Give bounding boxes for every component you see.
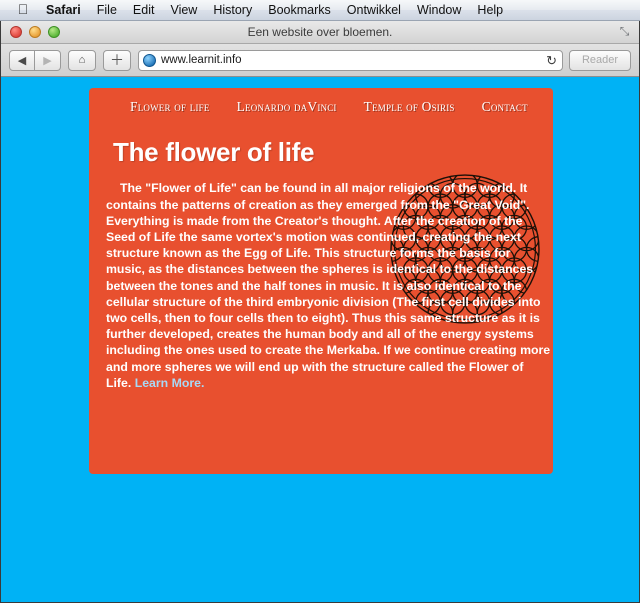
forward-button[interactable]: ▶ [35, 49, 61, 71]
globe-icon [143, 53, 156, 67]
macos-menu-bar:  Safari File Edit View History Bookmark… [0, 0, 640, 21]
content-panel: Flower of life Leonardo daVinci Temple o… [89, 88, 553, 474]
window-titlebar[interactable]: Een website over bloemen. ⤡ [1, 21, 639, 44]
menu-item-history[interactable]: History [205, 0, 260, 20]
site-navigation: Flower of life Leonardo daVinci Temple o… [130, 99, 528, 115]
reload-icon[interactable]: ↻ [546, 54, 557, 67]
menu-item-ontwikkel[interactable]: Ontwikkel [339, 0, 409, 20]
nav-link-leonardo-davinci[interactable]: Leonardo daVinci [237, 99, 337, 115]
learn-more-link[interactable]: Learn More. [135, 376, 205, 390]
zoom-button[interactable] [48, 26, 60, 38]
window-controls [10, 26, 60, 38]
add-bookmark-button[interactable]: ＋ [103, 49, 131, 71]
nav-link-flower-of-life[interactable]: Flower of life [130, 99, 210, 115]
window-title: Een website over bloemen. [247, 25, 393, 39]
menu-item-file[interactable]: File [89, 0, 125, 20]
browser-toolbar: ◀ ▶ ⌂ ＋ www.learnit.info ↻ Reader [1, 44, 639, 77]
fullscreen-icon[interactable]: ⤡ [618, 25, 631, 38]
article-body-text: The "Flower of Life" can be found in all… [106, 181, 551, 390]
apple-menu-icon[interactable]:  [14, 2, 32, 16]
menu-item-bookmarks[interactable]: Bookmarks [260, 0, 339, 20]
menu-item-edit[interactable]: Edit [125, 0, 163, 20]
reader-button[interactable]: Reader [569, 49, 631, 71]
article-body: The "Flower of Life" can be found in all… [106, 180, 552, 391]
safari-window: Een website over bloemen. ⤡ ◀ ▶ ⌂ ＋ www.… [0, 21, 640, 603]
page-title: The flower of life [113, 137, 315, 168]
url-text[interactable]: www.learnit.info [161, 54, 242, 66]
menu-item-view[interactable]: View [162, 0, 205, 20]
close-button[interactable] [10, 26, 22, 38]
back-button[interactable]: ◀ [9, 49, 35, 71]
menu-item-window[interactable]: Window [409, 0, 469, 20]
menu-item-safari[interactable]: Safari [38, 0, 89, 20]
navigation-buttons: ◀ ▶ [9, 49, 61, 71]
menu-item-help[interactable]: Help [469, 0, 511, 20]
nav-link-temple-of-osiris[interactable]: Temple of Osiris [364, 99, 455, 115]
page-viewport: Flower of life Leonardo daVinci Temple o… [1, 77, 639, 602]
home-button[interactable]: ⌂ [68, 49, 96, 71]
minimize-button[interactable] [29, 26, 41, 38]
address-bar[interactable]: www.learnit.info ↻ [138, 49, 563, 71]
nav-link-contact[interactable]: Contact [482, 99, 528, 115]
